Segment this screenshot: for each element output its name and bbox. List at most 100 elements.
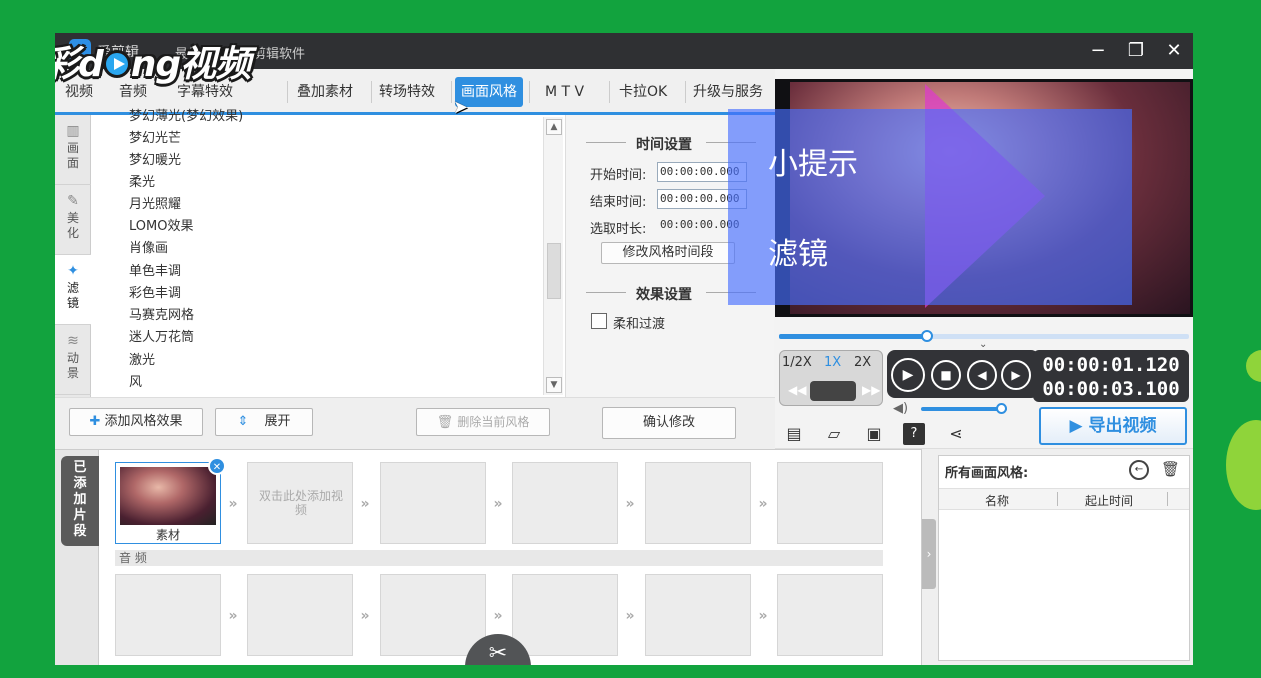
tab-mtv[interactable]: M T V bbox=[539, 77, 590, 107]
progress-fill bbox=[779, 334, 927, 339]
tip-text: 滤镜 bbox=[768, 237, 828, 272]
list-item[interactable]: 梦幻光芒 bbox=[129, 127, 181, 146]
clip-slot-empty[interactable]: 双击此处添加视频 bbox=[247, 462, 353, 544]
clip-thumbnail bbox=[120, 467, 216, 525]
tab-overlay[interactable]: 叠加素材 bbox=[291, 77, 359, 107]
end-time-label: 结束时间: bbox=[590, 195, 647, 210]
list-item[interactable]: 肖像画 bbox=[129, 237, 168, 256]
share-icon[interactable]: ⋖ bbox=[945, 423, 967, 445]
delete-style-button[interactable]: 🗑 删除当前风格 bbox=[416, 408, 550, 436]
open-folder-icon[interactable]: ▱ bbox=[823, 423, 845, 445]
speed-half[interactable]: 1/2X bbox=[782, 355, 812, 370]
remove-clip-icon[interactable]: ✕ bbox=[208, 457, 226, 475]
clip-slot-empty[interactable] bbox=[645, 462, 751, 544]
picture-icon: ▥ bbox=[66, 123, 80, 139]
list-item[interactable]: LOMO效果 bbox=[129, 215, 193, 234]
confirm-button[interactable]: 确认修改 bbox=[602, 407, 736, 439]
speed-selector: 1/2X 1X 2X ◀◀ ▶▶ bbox=[779, 350, 883, 406]
prev-frame-icon[interactable]: ◀ bbox=[967, 360, 997, 390]
export-video-button[interactable]: ▶ 导出视频 bbox=[1039, 407, 1187, 445]
minimize-button[interactable]: − bbox=[1085, 38, 1111, 64]
collapse-panel-icon[interactable]: › bbox=[922, 519, 936, 589]
delete-icon[interactable]: 🗑 bbox=[1161, 460, 1180, 478]
tip-title: 小提示 bbox=[768, 147, 858, 182]
filter-list-scrollbar[interactable]: ▲ ▼ bbox=[543, 117, 563, 395]
col-time: 起止时间 bbox=[1085, 494, 1134, 508]
audio-slot[interactable] bbox=[247, 574, 353, 656]
speed-double[interactable]: 2X bbox=[854, 355, 871, 370]
chevron-right-icon: » bbox=[758, 496, 768, 512]
chevron-down-icon[interactable]: ⌄ bbox=[979, 339, 987, 350]
sidetab-dynamic[interactable]: ≋ 动景 bbox=[55, 325, 91, 395]
speed-normal[interactable]: 1X bbox=[824, 355, 841, 370]
clip-slot-empty[interactable] bbox=[512, 462, 618, 544]
clip-slot-empty[interactable] bbox=[777, 462, 883, 544]
clip-slot-empty[interactable] bbox=[380, 462, 486, 544]
scroll-thumb[interactable] bbox=[547, 243, 561, 299]
fast-forward-icon[interactable]: ▶▶ bbox=[862, 383, 880, 397]
close-button[interactable]: ✕ bbox=[1161, 38, 1187, 64]
audio-slot[interactable] bbox=[380, 574, 486, 656]
list-item[interactable]: 风 bbox=[129, 371, 142, 390]
modify-time-button[interactable]: 修改风格时间段 bbox=[601, 242, 735, 264]
audio-slot[interactable] bbox=[512, 574, 618, 656]
added-clips-tab[interactable]: 已添加片段 bbox=[61, 456, 99, 546]
clip-slot-1[interactable]: 素材 ✕ bbox=[115, 457, 226, 544]
scroll-up-icon[interactable]: ▲ bbox=[546, 119, 562, 135]
next-frame-icon[interactable]: ▶ bbox=[1001, 360, 1031, 390]
clip-timeline: 已添加片段 素材 ✕ » 双击此处添加视频 » » » » 音 频 » » » … bbox=[55, 449, 921, 665]
add-effect-button[interactable]: ✚ 添加风格效果 bbox=[69, 408, 203, 436]
panel-title: 所有画面风格: bbox=[945, 466, 1029, 481]
speed-slider[interactable] bbox=[810, 381, 856, 401]
tab-karaoke[interactable]: 卡拉OK bbox=[613, 77, 673, 107]
sidetab-label: 滤镜 bbox=[66, 281, 79, 310]
export-icon: ▶ bbox=[1069, 416, 1083, 436]
chevron-right-icon: » bbox=[493, 496, 503, 512]
volume-slider[interactable] bbox=[921, 403, 1007, 414]
export-label: 导出视频 bbox=[1088, 416, 1157, 436]
play-icon[interactable]: ▶ bbox=[891, 358, 925, 392]
decorative-leaf bbox=[1226, 420, 1261, 510]
tab-transition[interactable]: 转场特效 bbox=[373, 77, 441, 107]
progress-knob[interactable] bbox=[920, 330, 933, 342]
list-item[interactable]: 月光照耀 bbox=[129, 193, 181, 212]
sidetab-filter[interactable]: ✦ 滤镜 bbox=[55, 255, 91, 325]
scroll-down-icon[interactable]: ▼ bbox=[546, 377, 562, 393]
tab-upgrade[interactable]: 升级与服务 bbox=[687, 77, 769, 107]
help-icon[interactable]: ? bbox=[903, 423, 925, 445]
smooth-transition-checkbox[interactable] bbox=[591, 313, 607, 329]
current-time: 00:00:01.120 bbox=[1042, 354, 1180, 376]
audio-slot[interactable] bbox=[777, 574, 883, 656]
watermark-logo: 彩dng视频 bbox=[55, 44, 251, 85]
list-item[interactable]: 柔光 bbox=[129, 171, 155, 190]
list-item[interactable]: 梦幻暖光 bbox=[129, 149, 181, 168]
rewind-icon[interactable]: ◀◀ bbox=[788, 383, 806, 397]
chevron-right-icon: » bbox=[758, 608, 768, 624]
audio-slot[interactable] bbox=[115, 574, 221, 656]
maximize-button[interactable]: ❐ bbox=[1123, 38, 1149, 64]
audio-slot[interactable] bbox=[645, 574, 751, 656]
clip-label: 素材 bbox=[155, 528, 180, 542]
chevron-right-icon: » bbox=[360, 496, 370, 512]
list-item[interactable]: 梦幻薄光(梦幻效果) bbox=[129, 105, 243, 124]
sidetab-beautify[interactable]: ✎ 美化 bbox=[55, 185, 91, 255]
applied-styles-list: 所有画面风格: ← 🗑 名称 起止时间 bbox=[938, 455, 1190, 661]
sparkle-icon: ✦ bbox=[67, 263, 79, 279]
list-item[interactable]: 彩色丰调 bbox=[129, 282, 181, 301]
list-item[interactable]: 马赛克网格 bbox=[129, 304, 194, 323]
back-icon[interactable]: ← bbox=[1129, 460, 1149, 480]
decorative-circle bbox=[1246, 350, 1261, 382]
volume-knob[interactable] bbox=[995, 403, 1007, 414]
expand-label: 展开 bbox=[264, 414, 291, 429]
volume-icon[interactable]: ◀) bbox=[893, 401, 908, 416]
save-icon[interactable]: ▣ bbox=[863, 423, 885, 445]
list-item[interactable]: 激光 bbox=[129, 349, 155, 368]
list-item[interactable]: 迷人万花筒 bbox=[129, 326, 194, 345]
filter-list: 梦幻薄光(梦幻效果) 梦幻光芒 梦幻暖光 柔光 月光照耀 LOMO效果 肖像画 … bbox=[91, 109, 565, 397]
new-project-icon[interactable]: ▤ bbox=[783, 423, 805, 445]
stop-icon[interactable]: ■ bbox=[931, 360, 961, 390]
sidetab-picture[interactable]: ▥ 画面 bbox=[55, 115, 91, 185]
list-item[interactable]: 单色丰调 bbox=[129, 260, 181, 279]
expand-button[interactable]: ⇕ 展开 bbox=[215, 408, 313, 436]
app-window: 爱剪辑 最易用…的…剪辑软件 − ❐ ✕ 视频 音频 字幕特效 叠加素材 转场特… bbox=[55, 33, 1193, 665]
